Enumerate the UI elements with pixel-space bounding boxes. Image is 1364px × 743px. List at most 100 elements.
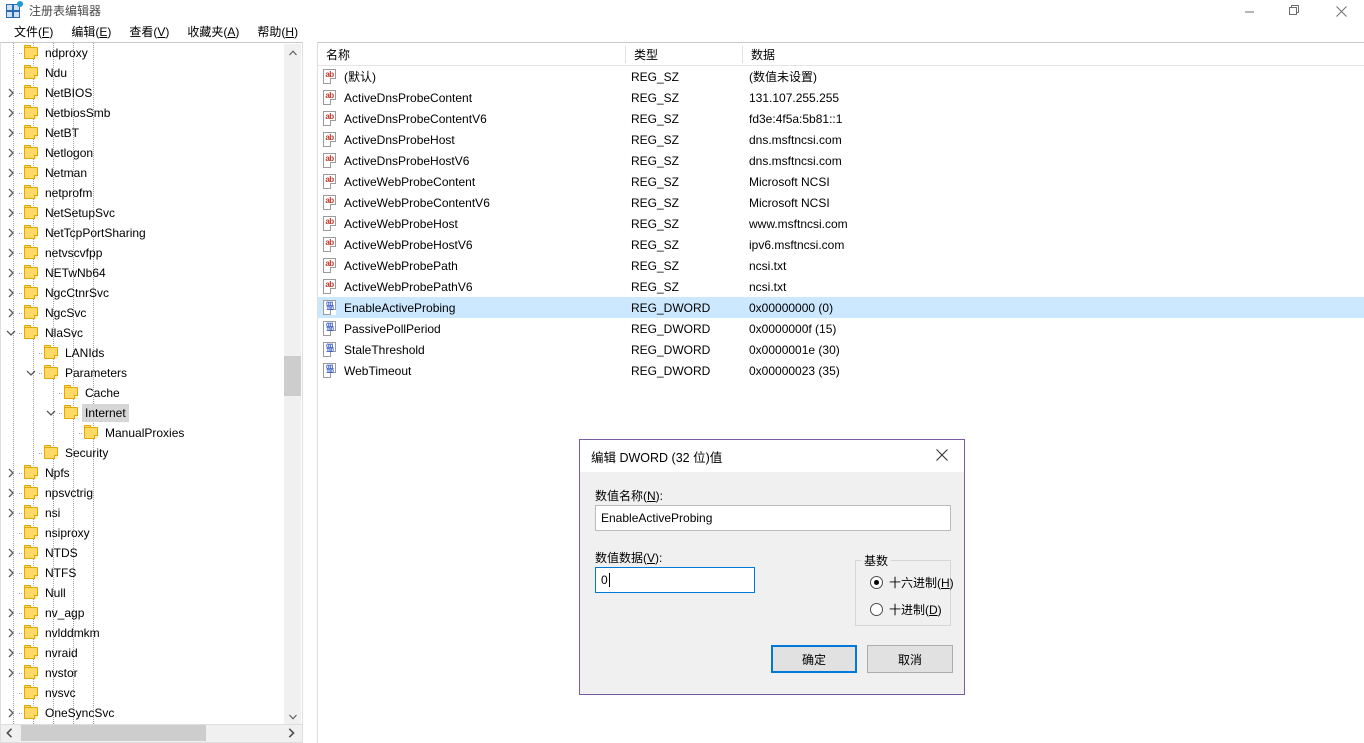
tree-item-nvraid[interactable]: nvraid <box>1 643 286 663</box>
chevron-right-icon[interactable] <box>3 205 19 221</box>
tree-hscroll-thumb[interactable] <box>21 725 206 741</box>
chevron-right-icon[interactable] <box>3 665 19 681</box>
tree-item-nsi[interactable]: nsi <box>1 503 286 523</box>
chevron-right-icon[interactable] <box>3 265 19 281</box>
minimize-button[interactable] <box>1226 0 1272 22</box>
tree-item-npfs[interactable]: Npfs <box>1 463 286 483</box>
chevron-down-icon[interactable] <box>3 325 19 341</box>
tree-item-nvlddmkm[interactable]: nvlddmkm <box>1 623 286 643</box>
radio-hexadecimal[interactable]: 十六进制(H) <box>870 574 954 591</box>
tree-horizontal-scrollbar[interactable] <box>0 725 303 743</box>
chevron-right-icon[interactable] <box>3 625 19 641</box>
tree-item-ngcctnrsvc[interactable]: NgcCtnrSvc <box>1 283 286 303</box>
chevron-right-icon[interactable] <box>3 605 19 621</box>
value-data-input[interactable]: 0 <box>595 567 755 593</box>
tree-item-netsetupsvc[interactable]: NetSetupSvc <box>1 203 286 223</box>
menu-file[interactable]: 文件(F) <box>5 22 62 42</box>
table-row[interactable]: 011 110 WebTimeout REG_DWORD 0x00000023 (35) <box>318 360 1364 381</box>
tree-item-lanids[interactable]: LANIds <box>1 343 286 363</box>
scroll-left-icon[interactable] <box>1 725 18 741</box>
tree-item-ngcsvc[interactable]: NgcSvc <box>1 303 286 323</box>
tree-item-nv-agp[interactable]: nv_agp <box>1 603 286 623</box>
chevron-right-icon[interactable] <box>3 645 19 661</box>
chevron-right-icon[interactable] <box>3 85 19 101</box>
tree-item-nlasvc[interactable]: NlaSvc <box>1 323 286 343</box>
value-name-input[interactable]: EnableActiveProbing <box>595 505 951 531</box>
menu-edit[interactable]: 编辑(E) <box>62 22 120 42</box>
table-row[interactable]: 011 110 StaleThreshold REG_DWORD 0x0000001e … <box>318 339 1364 360</box>
table-row[interactable]: ab ActiveWebProbeHost REG_SZ www.msftncsi.c… <box>318 213 1364 234</box>
chevron-down-icon[interactable] <box>23 365 39 381</box>
tree-item-nvstor[interactable]: nvstor <box>1 663 286 683</box>
chevron-down-icon[interactable] <box>43 405 59 421</box>
tree-item-nsiproxy[interactable]: nsiproxy <box>1 523 286 543</box>
chevron-right-icon[interactable] <box>3 245 19 261</box>
scroll-up-icon[interactable] <box>284 44 301 61</box>
tree-item-ntds[interactable]: NTDS <box>1 543 286 563</box>
table-row[interactable]: ab ActiveDnsProbeContentV6 REG_SZ fd3e:4f5a… <box>318 108 1364 129</box>
tree-item-nvsvc[interactable]: nvsvc <box>1 683 286 703</box>
table-row[interactable]: ab ActiveWebProbeContentV6 REG_SZ Microsoft… <box>318 192 1364 213</box>
scroll-right-icon[interactable] <box>283 725 300 741</box>
dialog-title-bar[interactable]: 编辑 DWORD (32 位)值 <box>580 440 964 472</box>
chevron-right-icon[interactable] <box>3 485 19 501</box>
chevron-right-icon[interactable] <box>3 465 19 481</box>
table-row[interactable]: ab ActiveWebProbePath REG_SZ ncsi.txt <box>318 255 1364 276</box>
table-row[interactable]: ab ActiveWebProbeContent REG_SZ Microsoft N… <box>318 171 1364 192</box>
chevron-right-icon[interactable] <box>3 185 19 201</box>
chevron-right-icon[interactable] <box>3 225 19 241</box>
column-header-type[interactable]: 类型 <box>626 43 742 66</box>
dialog-close-icon[interactable] <box>920 440 964 470</box>
tree-item-npsvctrig[interactable]: npsvctrig <box>1 483 286 503</box>
tree-item-null[interactable]: Null <box>1 583 286 603</box>
tree-item-ntfs[interactable]: NTFS <box>1 563 286 583</box>
tree-item-netvscvfpp[interactable]: netvscvfpp <box>1 243 286 263</box>
maximize-restore-icon[interactable] <box>1272 0 1318 22</box>
tree-item-netlogon[interactable]: Netlogon <box>1 143 286 163</box>
chevron-right-icon[interactable] <box>3 285 19 301</box>
tree-viewport[interactable]: ndproxy Ndu NetBIOS NetbiosSmb NetBT Netlogon… <box>1 43 286 724</box>
scroll-down-icon[interactable] <box>284 708 301 724</box>
menu-favorites[interactable]: 收藏夹(A) <box>178 22 248 42</box>
table-row[interactable]: ab ActiveDnsProbeHostV6 REG_SZ dns.msftncsi… <box>318 150 1364 171</box>
tree-item-netprofm[interactable]: netprofm <box>1 183 286 203</box>
column-header-data[interactable]: 数据 <box>743 43 1343 66</box>
chevron-right-icon[interactable] <box>3 165 19 181</box>
table-row[interactable]: ab ActiveDnsProbeHost REG_SZ dns.msftncsi.c… <box>318 129 1364 150</box>
chevron-right-icon[interactable] <box>3 545 19 561</box>
table-row[interactable]: ab ActiveDnsProbeContent REG_SZ 131.107.255… <box>318 87 1364 108</box>
chevron-right-icon[interactable] <box>3 145 19 161</box>
tree-vertical-scrollbar[interactable] <box>284 44 301 724</box>
menu-help[interactable]: 帮助(H) <box>248 22 307 42</box>
tree-item-nettcpportsharing[interactable]: NetTcpPortSharing <box>1 223 286 243</box>
cancel-button[interactable]: 取消 <box>867 645 953 673</box>
menu-view[interactable]: 查看(V) <box>120 22 178 42</box>
tree-item-parameters[interactable]: Parameters <box>1 363 286 383</box>
table-row[interactable]: ab (默认) REG_SZ (数值未设置) <box>318 66 1364 87</box>
table-row[interactable]: ab ActiveWebProbePathV6 REG_SZ ncsi.txt <box>318 276 1364 297</box>
chevron-right-icon[interactable] <box>3 565 19 581</box>
tree-item-cache[interactable]: Cache <box>1 383 286 403</box>
chevron-right-icon[interactable] <box>3 505 19 521</box>
column-header-name[interactable]: 名称 <box>318 43 625 66</box>
chevron-right-icon[interactable] <box>3 125 19 141</box>
edit-dword-dialog[interactable]: 编辑 DWORD (32 位)值 数值名称(N): EnableActivePr… <box>579 439 965 695</box>
table-row[interactable]: 011 110 PassivePollPeriod REG_DWORD 0x000000… <box>318 318 1364 339</box>
chevron-right-icon[interactable] <box>3 105 19 121</box>
tree-item-manualproxies[interactable]: ManualProxies <box>1 423 286 443</box>
table-row[interactable]: ab ActiveWebProbeHostV6 REG_SZ ipv6.msftncs… <box>318 234 1364 255</box>
tree-item-security[interactable]: Security <box>1 443 286 463</box>
chevron-right-icon[interactable] <box>3 705 19 721</box>
tree-item-ndu[interactable]: Ndu <box>1 63 286 83</box>
tree-item-netbiossmb[interactable]: NetbiosSmb <box>1 103 286 123</box>
tree-item-netbios[interactable]: NetBIOS <box>1 83 286 103</box>
chevron-right-icon[interactable] <box>3 305 19 321</box>
ok-button[interactable]: 确定 <box>771 645 857 673</box>
close-icon[interactable] <box>1318 0 1364 22</box>
tree-item-onesyncsvc[interactable]: OneSyncSvc <box>1 703 286 723</box>
tree-scroll-thumb[interactable] <box>284 356 301 396</box>
registry-tree-pane[interactable]: ndproxy Ndu NetBIOS NetbiosSmb NetBT Netlogon… <box>0 42 303 725</box>
tree-item-ndproxy[interactable]: ndproxy <box>1 43 286 63</box>
tree-item-netbt[interactable]: NetBT <box>1 123 286 143</box>
title-bar[interactable]: 注册表编辑器 <box>0 0 1364 22</box>
